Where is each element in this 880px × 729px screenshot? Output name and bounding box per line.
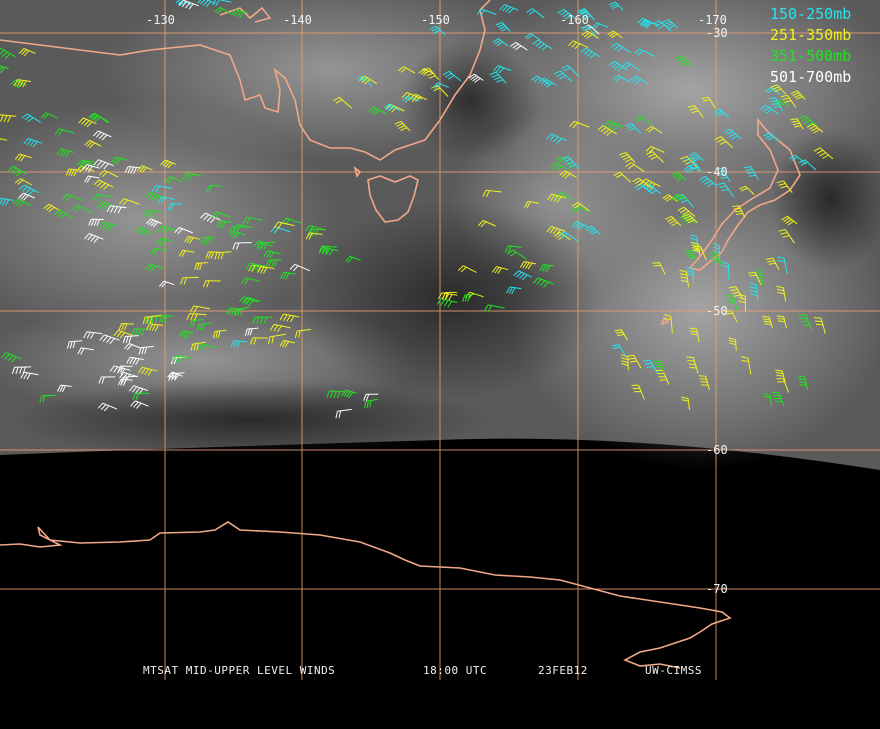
- lon-label: -140: [283, 13, 312, 27]
- time-stamp: 18:00 UTC: [423, 664, 488, 677]
- legend-item-501-700: 501-700mb: [770, 68, 851, 86]
- lon-label: -160: [560, 13, 589, 27]
- antarctica-coast: [0, 521, 732, 669]
- legend-item-150-250: 150-250mb: [770, 5, 851, 23]
- lon-label: -130: [146, 13, 175, 27]
- source-credit: UW-CIMSS: [645, 664, 702, 677]
- footer-caption: MTSAT MID-UPPER LEVEL WINDS 18:00 UTC 23…: [0, 664, 880, 678]
- lat-label: -50: [706, 304, 728, 318]
- legend-item-251-350: 251-350mb: [770, 26, 851, 44]
- lat-label: -30: [706, 26, 728, 40]
- wind-map: -130 -140 -150 -160 -170 -30 -40 -50 -60…: [0, 0, 880, 680]
- date-stamp: 23FEB12: [538, 664, 588, 677]
- lat-label: -70: [706, 582, 728, 596]
- lat-label: -60: [706, 443, 728, 457]
- product-name: MTSAT MID-UPPER LEVEL WINDS: [143, 664, 336, 677]
- lon-label: -170: [698, 13, 727, 27]
- lon-label: -150: [421, 13, 450, 27]
- lat-label: -40: [706, 165, 728, 179]
- legend-item-351-500: 351-500mb: [770, 47, 851, 65]
